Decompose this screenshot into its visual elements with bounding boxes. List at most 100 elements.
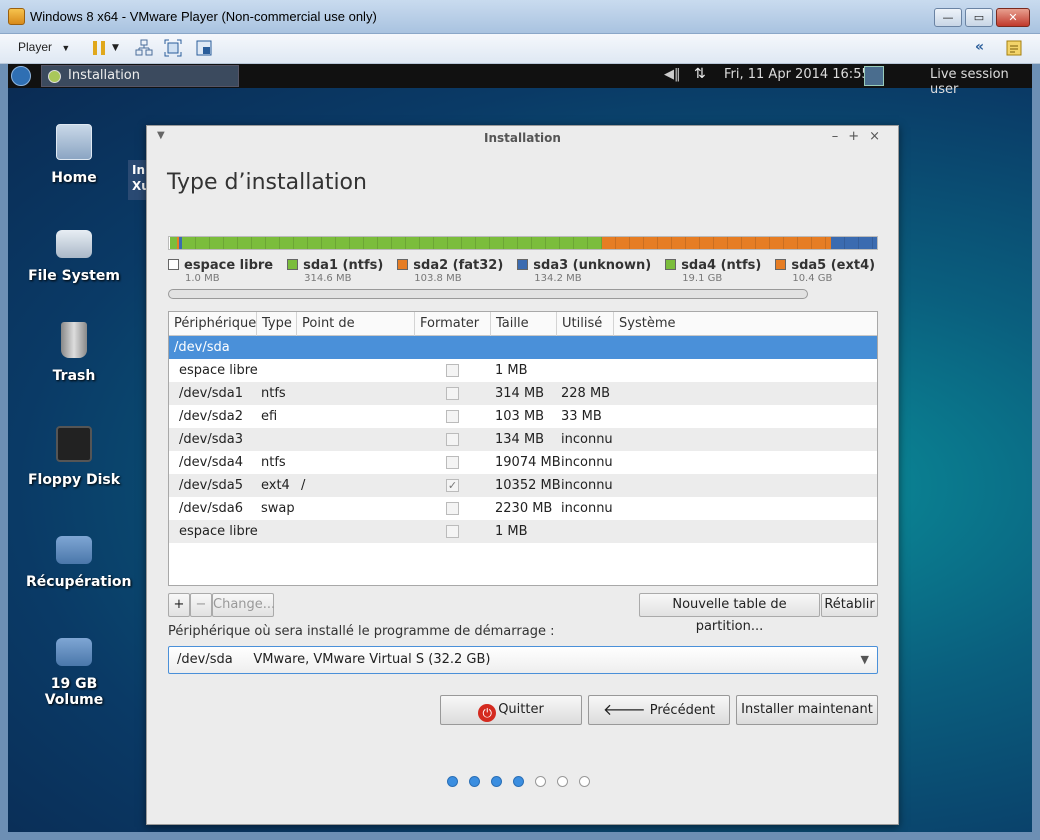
table-row[interactable]: /dev/sda5 ext4 / 10352 MB inconnu ✓ <box>169 474 877 497</box>
network-icon[interactable]: ⇅ <box>694 66 706 82</box>
table-header: Périphérique Type Point de montage Forma… <box>169 312 877 355</box>
row-size: 19074 MB <box>495 455 561 470</box>
legend-name: sda4 (ntfs) <box>681 258 762 273</box>
col-size[interactable]: Taille <box>491 312 557 336</box>
desktop-icon-home[interactable]: Home <box>26 124 122 186</box>
table-row[interactable]: /dev/sda6 swap 2230 MB inconnu <box>169 497 877 520</box>
col-type[interactable]: Type <box>257 312 297 336</box>
row-used: 33 MB <box>561 409 602 424</box>
table-row[interactable]: /dev/sda2 efi 103 MB 33 MB <box>169 405 877 428</box>
legend-size: 1.0 MB <box>185 273 220 284</box>
legend-scrollbar[interactable] <box>168 289 808 299</box>
legend-name: sda5 (ext4) <box>791 258 876 273</box>
maximize-button[interactable]: ▭ <box>965 8 993 27</box>
install-now-button[interactable]: Installer maintenant <box>736 695 878 725</box>
pause-icon[interactable] <box>90 39 108 57</box>
legend-item: sda2 (fat32) 103.8 MB <box>397 258 503 284</box>
step-dot <box>513 776 524 787</box>
minimize-button[interactable]: — <box>934 8 962 27</box>
format-checkbox[interactable] <box>446 387 459 400</box>
vmware-titlebar: Windows 8 x64 - VMware Player (Non-comme… <box>0 0 1040 34</box>
window-menu-icon[interactable]: ▼ <box>157 130 165 141</box>
format-checkbox[interactable] <box>446 410 459 423</box>
step-dot <box>579 776 590 787</box>
back-button[interactable]: 🡐 Précédent <box>588 695 730 725</box>
desktop-icon-label: Récupération <box>26 574 132 590</box>
desktop-icon-label: 19 GB Volume <box>44 676 104 708</box>
applications-menu-icon[interactable] <box>11 66 31 86</box>
desktop-icon-filesystem[interactable]: File System <box>26 222 122 284</box>
row-device: /dev/sda5 <box>179 478 243 493</box>
desktop-icon-label: Home <box>51 170 97 186</box>
session-user[interactable]: Live session user <box>930 67 1032 97</box>
revert-button[interactable]: Rétablir <box>821 593 878 617</box>
tray-app-icon[interactable] <box>864 66 884 86</box>
desktop-icon-trash[interactable]: Trash <box>26 322 122 384</box>
desktop-icon-volume[interactable]: 19 GB Volume <box>26 630 122 708</box>
new-partition-table-button[interactable]: Nouvelle table de partition... <box>639 593 820 634</box>
legend-item: sda4 (ntfs) 19.1 GB <box>665 258 761 284</box>
double-chevron-left-icon[interactable]: « <box>975 39 993 57</box>
bootloader-label: Périphérique où sera installé le program… <box>168 624 555 639</box>
remove-partition-button[interactable]: − <box>190 593 212 617</box>
drive-icon <box>56 230 92 258</box>
minimize-icon[interactable]: – <box>832 129 849 144</box>
legend-name: sda3 (unknown) <box>533 258 652 273</box>
desktop-icon-recuperation[interactable]: Récupération <box>26 528 132 590</box>
format-checkbox[interactable] <box>446 525 459 538</box>
quit-button[interactable]: ⏻ Quitter <box>440 695 582 725</box>
player-menu[interactable]: Player ▼ <box>18 40 70 54</box>
clock[interactable]: Fri, 11 Apr 2014 16:55 <box>724 67 870 82</box>
step-dot <box>557 776 568 787</box>
format-checkbox[interactable] <box>446 433 459 446</box>
add-partition-button[interactable]: + <box>168 593 190 617</box>
table-row-group[interactable]: /dev/sda <box>169 336 877 359</box>
col-peripherique[interactable]: Périphérique <box>169 312 257 336</box>
partition-segment <box>181 237 603 249</box>
row-type: ext4 <box>261 478 290 493</box>
format-checkbox[interactable]: ✓ <box>446 479 459 492</box>
legend-size: 10.4 GB <box>792 273 833 284</box>
close-icon[interactable]: × <box>869 129 890 144</box>
row-size: 134 MB <box>495 432 545 447</box>
table-row[interactable]: espace libre 1 MB <box>169 359 877 382</box>
legend-name: sda1 (ntfs) <box>303 258 384 273</box>
col-format[interactable]: Formater ? <box>415 312 491 355</box>
maximize-icon[interactable]: + <box>848 129 869 144</box>
table-row[interactable]: espace libre 1 MB <box>169 520 877 543</box>
table-row[interactable]: /dev/sda4 ntfs 19074 MB inconnu <box>169 451 877 474</box>
fullscreen-icon[interactable] <box>164 39 182 57</box>
change-partition-button[interactable]: Change... <box>212 593 275 617</box>
partition-segment <box>602 237 831 249</box>
format-checkbox[interactable] <box>446 502 459 515</box>
row-used: inconnu <box>561 432 613 447</box>
unity-icon[interactable] <box>195 39 213 57</box>
step-indicator <box>447 776 601 791</box>
partition-legend: espace libre 1.0 MB sda1 (ntfs) 314.6 MB sda… <box>168 258 878 288</box>
taskbar-item-installation[interactable]: Installation <box>41 65 239 87</box>
row-mount: / <box>301 478 306 493</box>
table-row[interactable]: /dev/sda1 ntfs 314 MB 228 MB <box>169 382 877 405</box>
col-system[interactable]: Système <box>614 312 877 336</box>
col-used[interactable]: Utilisé <box>557 312 614 336</box>
floppy-icon <box>56 426 92 462</box>
format-checkbox[interactable] <box>446 456 459 469</box>
table-row[interactable]: /dev/sda3 134 MB inconnu <box>169 428 877 451</box>
row-device: espace libre <box>179 524 258 539</box>
format-checkbox[interactable] <box>446 364 459 377</box>
notes-icon[interactable] <box>1005 39 1023 57</box>
close-button[interactable]: ✕ <box>996 8 1030 27</box>
row-device: /dev/sda3 <box>179 432 243 447</box>
row-device: /dev/sda6 <box>179 501 243 516</box>
col-mount[interactable]: Point de montage <box>297 312 415 355</box>
speaker-icon[interactable]: ◀‖ <box>664 67 681 82</box>
bootloader-device-select[interactable]: /dev/sda VMware, VMware Virtual S (32.2 … <box>168 646 878 674</box>
desktop-icon-floppy[interactable]: Floppy Disk <box>26 426 122 488</box>
row-device: /dev/sda <box>174 340 230 355</box>
network-devices-icon[interactable] <box>135 39 153 57</box>
chevron-down-icon[interactable]: ▼ <box>112 39 122 57</box>
row-size: 1 MB <box>495 363 528 378</box>
legend-swatch <box>168 259 179 270</box>
chevron-down-icon: ▼ <box>860 653 869 666</box>
legend-name: sda2 (fat32) <box>413 258 504 273</box>
